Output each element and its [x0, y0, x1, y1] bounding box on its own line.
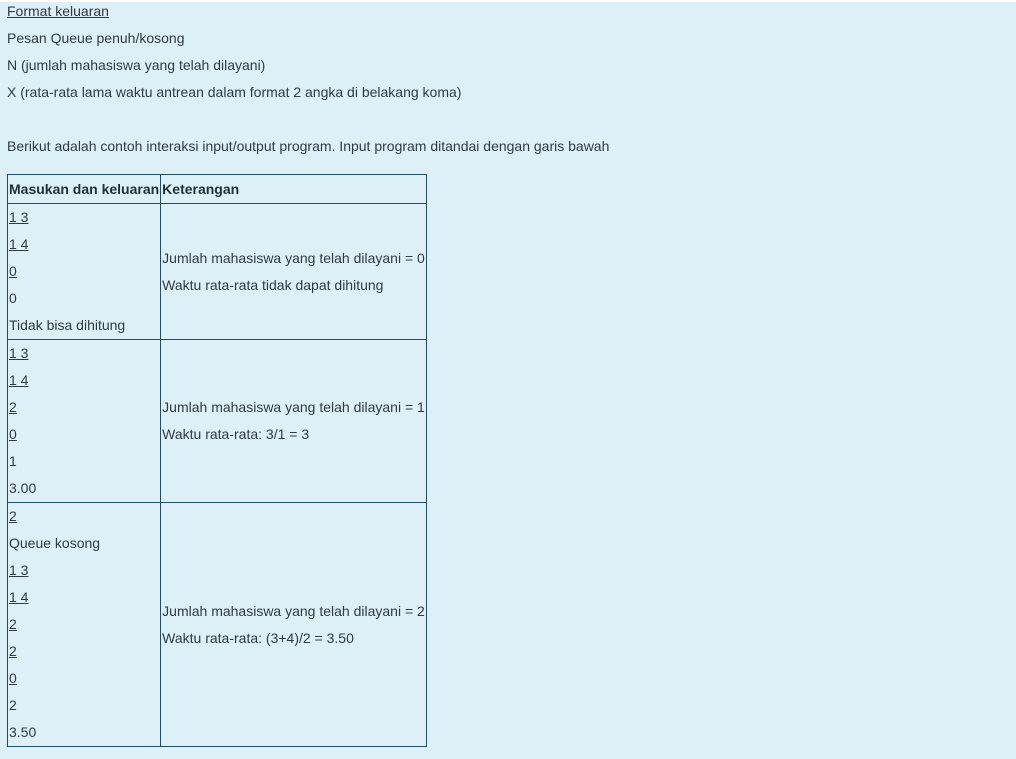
- io-example-table: Masukan dan keluaran Keterangan 1 3 1 4 …: [6, 174, 427, 747]
- output-line: Tidak bisa dihitung: [9, 317, 126, 333]
- table-row: 1 3 1 4 0 0 Tidak bisa dihitung Jumlah m…: [6, 203, 427, 340]
- note-line: Jumlah mahasiswa yang telah dilayani = 1: [162, 399, 425, 415]
- notes-cell: Jumlah mahasiswa yang telah dilayani = 1…: [160, 339, 427, 503]
- header-notes: Keterangan: [160, 174, 427, 204]
- input-line: 2: [9, 643, 17, 659]
- input-line: 0: [9, 263, 17, 279]
- io-cell: 2 Queue kosong 1 3 1 4 2 2 0 2 3.50: [6, 502, 162, 747]
- note-line: Waktu rata-rata tidak dapat dihitung: [162, 276, 384, 293]
- output-line: 3.00: [9, 480, 37, 496]
- input-line: 1 3: [9, 209, 29, 225]
- input-line: 2: [9, 508, 17, 524]
- output-line-queue-message: Pesan Queue penuh/kosong: [7, 30, 185, 46]
- io-cell: 1 3 1 4 2 0 1 3.00: [6, 339, 162, 503]
- input-line: 1 4: [9, 236, 29, 252]
- problem-content: Format keluaran Pesan Queue penuh/kosong…: [6, 2, 1007, 747]
- table-row: 1 3 1 4 2 0 1 3.00 Jumlah mahasiswa yang…: [6, 339, 427, 503]
- table-header-row: Masukan dan keluaran Keterangan: [6, 174, 427, 204]
- table-row: 2 Queue kosong 1 3 1 4 2 2 0 2 3.50 Juml…: [6, 502, 427, 747]
- input-line: 1 4: [9, 372, 29, 388]
- gap: [7, 164, 1007, 174]
- input-line: 1 3: [9, 562, 29, 578]
- note-line: Waktu rata-rata: (3+4)/2 = 3.50: [162, 629, 354, 646]
- note-line: Waktu rata-rata: 3/1 = 3: [162, 426, 310, 442]
- output-line: 3.50: [9, 724, 37, 740]
- notes-cell: Jumlah mahasiswa yang telah dilayani = 2…: [160, 502, 427, 747]
- input-line: 0: [9, 426, 17, 442]
- output-line-n: N (jumlah mahasiswa yang telah dilayani): [7, 57, 266, 73]
- note-line: Jumlah mahasiswa yang telah dilayani = 2: [162, 602, 425, 619]
- output-line-x: X (rata-rata lama waktu antrean dalam fo…: [7, 84, 462, 100]
- output-line: 1: [9, 453, 17, 469]
- example-description: Berikut adalah contoh interaksi input/ou…: [7, 138, 610, 154]
- notes-cell: Jumlah mahasiswa yang telah dilayani = 0…: [160, 203, 427, 340]
- input-line: 2: [9, 399, 17, 415]
- output-line: 2: [9, 697, 17, 713]
- output-line: Queue kosong: [9, 535, 101, 551]
- io-cell: 1 3 1 4 0 0 Tidak bisa dihitung: [6, 203, 162, 340]
- header-io: Masukan dan keluaran: [6, 174, 162, 204]
- input-line: 1 3: [9, 345, 29, 361]
- input-line: 2: [9, 616, 17, 632]
- note-line: Jumlah mahasiswa yang telah dilayani = 0: [162, 249, 425, 266]
- output-format-title: Format keluaran: [7, 3, 109, 19]
- input-line: 0: [9, 670, 17, 686]
- output-line: 0: [9, 290, 17, 306]
- input-line: 1 4: [9, 589, 29, 605]
